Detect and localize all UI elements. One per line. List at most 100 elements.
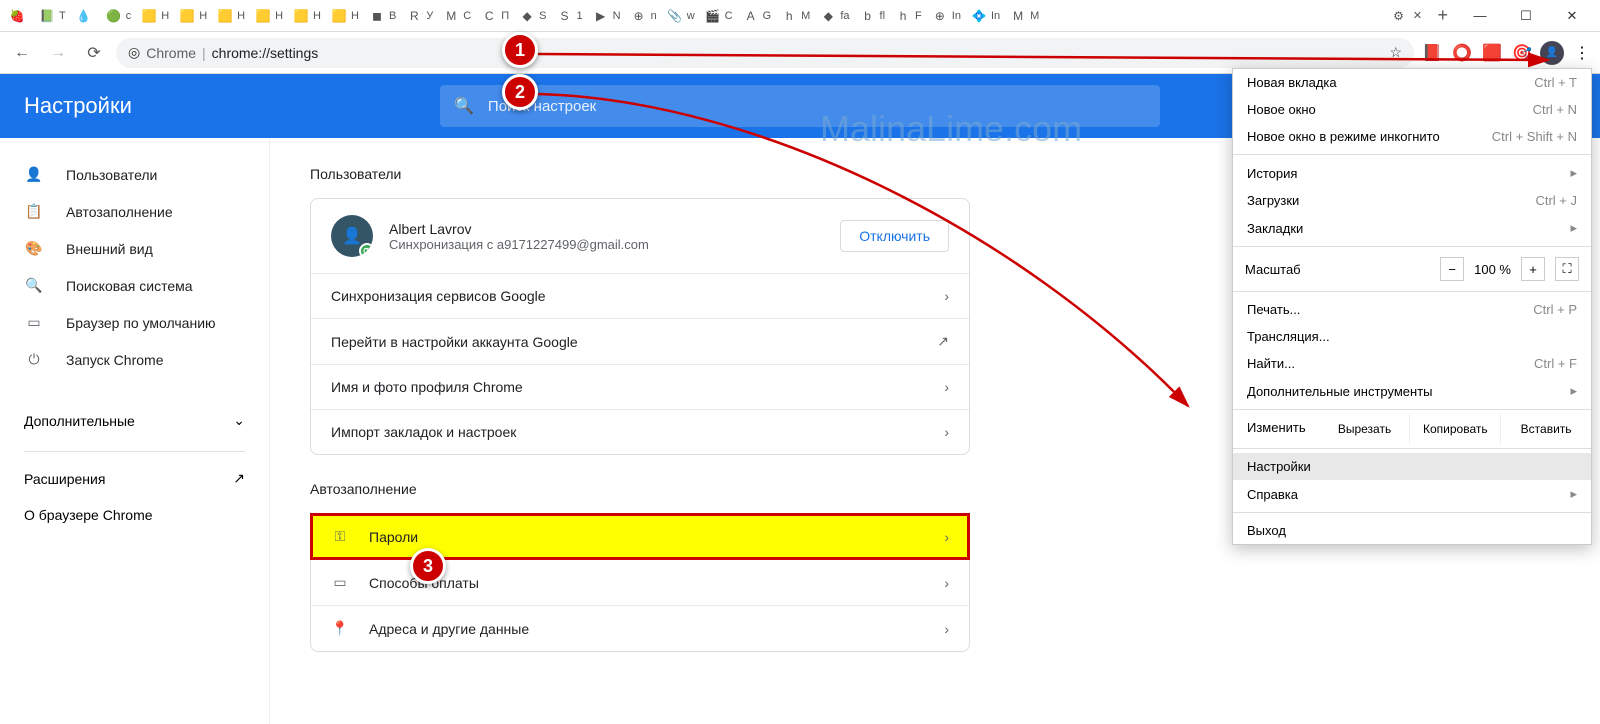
sync-services-row[interactable]: Синхронизация сервисов Google ›: [311, 273, 969, 318]
name-photo-row[interactable]: Имя и фото профиля Chrome ›: [311, 364, 969, 409]
disconnect-button[interactable]: Отключить: [840, 220, 949, 252]
menu-bookmarks[interactable]: Закладки▸: [1233, 214, 1591, 242]
close-window-button[interactable]: ✕: [1558, 2, 1586, 30]
tab[interactable]: 🟨Н: [288, 1, 326, 31]
tab[interactable]: RУ: [401, 1, 438, 31]
minimize-button[interactable]: —: [1466, 2, 1494, 30]
tab[interactable]: hF: [890, 1, 927, 31]
tab-favicon: 🍓: [9, 8, 25, 24]
menu-button[interactable]: ⋮: [1572, 43, 1592, 63]
sidebar: 👤Пользователи📋Автозаполнение🎨Внешний вид…: [0, 138, 270, 724]
menu-exit[interactable]: Выход: [1233, 517, 1591, 544]
tab[interactable]: 💠In: [966, 1, 1005, 31]
titlebar: 🍓📗Т💧🟢c🟨Н🟨Н🟨Н🟨Н🟨Н🟨Н◼ВRУMСCП◆SS1▶N⊕n📎w🎬CAG…: [0, 0, 1600, 32]
tab-title: Н: [313, 10, 321, 22]
tab-title: fa: [840, 10, 849, 22]
sidebar-item[interactable]: 🎨Внешний вид: [8, 230, 261, 267]
menu-incognito[interactable]: Новое окно в режиме инкогнитоCtrl + Shif…: [1233, 123, 1591, 150]
menu-find[interactable]: Найти...Ctrl + F: [1233, 350, 1591, 377]
autofill-row[interactable]: ⚿Пароли›: [311, 514, 969, 559]
row-label: Перейти в настройки аккаунта Google: [331, 334, 578, 350]
active-tab[interactable]: ⚙ ✕: [1385, 1, 1429, 31]
sidebar-item[interactable]: 📋Автозаполнение: [8, 193, 261, 230]
sidebar-item[interactable]: 🔍Поисковая система: [8, 267, 261, 304]
omnibox[interactable]: ◎ Chrome | chrome://settings ☆: [116, 38, 1414, 68]
tab[interactable]: ◼В: [364, 1, 401, 31]
tab-favicon: 💧: [76, 8, 92, 24]
star-icon[interactable]: ☆: [1389, 44, 1402, 61]
tab[interactable]: bfl: [855, 1, 891, 31]
back-button[interactable]: ←: [8, 39, 36, 67]
cut-button[interactable]: Вырезать: [1320, 414, 1411, 444]
tab[interactable]: MM: [1005, 1, 1044, 31]
tab[interactable]: 💧: [71, 1, 101, 31]
tab[interactable]: 🟨Н: [326, 1, 364, 31]
tab[interactable]: 📎w: [662, 1, 700, 31]
divider: [24, 451, 245, 452]
extension-icon[interactable]: ⭕: [1452, 43, 1472, 63]
browser-menu: Новая вкладкаCtrl + T Новое окноCtrl + N…: [1232, 68, 1592, 545]
menu-downloads[interactable]: ЗагрузкиCtrl + J: [1233, 187, 1591, 214]
sidebar-item-label: Поисковая система: [66, 278, 193, 294]
menu-help[interactable]: Справка▸: [1233, 480, 1591, 508]
fullscreen-button[interactable]: ⛶: [1555, 257, 1579, 281]
settings-search[interactable]: 🔍: [440, 85, 1160, 127]
tab[interactable]: 📗Т: [34, 1, 71, 31]
extension-icon[interactable]: 📕: [1422, 43, 1442, 63]
maximize-button[interactable]: ☐: [1512, 2, 1540, 30]
tab[interactable]: 🟨Н: [212, 1, 250, 31]
extension-icon[interactable]: 🟥: [1482, 43, 1502, 63]
tab[interactable]: ▶N: [588, 1, 626, 31]
tab[interactable]: 🍓: [4, 1, 34, 31]
menu-new-tab[interactable]: Новая вкладкаCtrl + T: [1233, 69, 1591, 96]
google-account-row[interactable]: Перейти в настройки аккаунта Google ↗: [311, 318, 969, 364]
sidebar-item[interactable]: 👤Пользователи: [8, 156, 261, 193]
tab-favicon: C: [481, 8, 497, 24]
tabs-row: 🍓📗Т💧🟢c🟨Н🟨Н🟨Н🟨Н🟨Н🟨Н◼ВRУMСCП◆SS1▶N⊕n📎w🎬CAG…: [4, 1, 1385, 31]
copy-button[interactable]: Копировать: [1410, 414, 1501, 444]
menu-new-window[interactable]: Новое окноCtrl + N: [1233, 96, 1591, 123]
tab[interactable]: ◆S: [514, 1, 551, 31]
tab[interactable]: CП: [476, 1, 514, 31]
tab-favicon: ▶: [593, 8, 609, 24]
reload-button[interactable]: ⟳: [80, 39, 108, 67]
tab-title: Н: [161, 10, 169, 22]
tab[interactable]: 🟨Н: [174, 1, 212, 31]
menu-history[interactable]: История▸: [1233, 159, 1591, 187]
menu-cast[interactable]: Трансляция...: [1233, 323, 1591, 350]
sidebar-item-icon: ▭: [24, 314, 44, 331]
profile-avatar-icon[interactable]: 👤: [1540, 41, 1564, 65]
tab[interactable]: 🟢c: [101, 1, 137, 31]
tab[interactable]: 🎬C: [700, 1, 738, 31]
autofill-row[interactable]: 📍Адреса и другие данные›: [311, 605, 969, 651]
sidebar-item[interactable]: ⏻Запуск Chrome: [8, 341, 261, 378]
menu-print[interactable]: Печать...Ctrl + P: [1233, 296, 1591, 323]
tab[interactable]: ⊕n: [626, 1, 662, 31]
tab[interactable]: ◆fa: [815, 1, 854, 31]
tab-favicon: A: [743, 8, 759, 24]
sidebar-extensions[interactable]: Расширения ↗: [8, 460, 261, 497]
tab[interactable]: hM: [776, 1, 815, 31]
tab[interactable]: 🟨Н: [136, 1, 174, 31]
zoom-out-button[interactable]: −: [1440, 257, 1464, 281]
sidebar-item[interactable]: ▭Браузер по умолчанию: [8, 304, 261, 341]
extension-icon[interactable]: 🎯: [1512, 43, 1532, 63]
paste-button[interactable]: Вставить: [1501, 414, 1591, 444]
tab[interactable]: MС: [438, 1, 476, 31]
zoom-in-button[interactable]: +: [1521, 257, 1545, 281]
tab[interactable]: AG: [738, 1, 777, 31]
sidebar-about[interactable]: О браузере Chrome: [8, 497, 261, 533]
settings-search-input[interactable]: [488, 98, 1146, 115]
tab[interactable]: S1: [552, 1, 588, 31]
forward-button[interactable]: →: [44, 39, 72, 67]
tab[interactable]: ⊕In: [927, 1, 966, 31]
close-tab-icon[interactable]: ✕: [1410, 9, 1424, 23]
tab[interactable]: 🟨Н: [250, 1, 288, 31]
import-bookmarks-row[interactable]: Импорт закладок и настроек ›: [311, 409, 969, 454]
sidebar-advanced[interactable]: Дополнительные ⌄: [8, 398, 261, 443]
row-icon: ▭: [331, 574, 349, 591]
menu-settings[interactable]: Настройки: [1233, 453, 1591, 480]
menu-more-tools[interactable]: Дополнительные инструменты▸: [1233, 377, 1591, 405]
new-tab-button[interactable]: +: [1429, 5, 1456, 26]
tab-title: C: [725, 10, 733, 22]
